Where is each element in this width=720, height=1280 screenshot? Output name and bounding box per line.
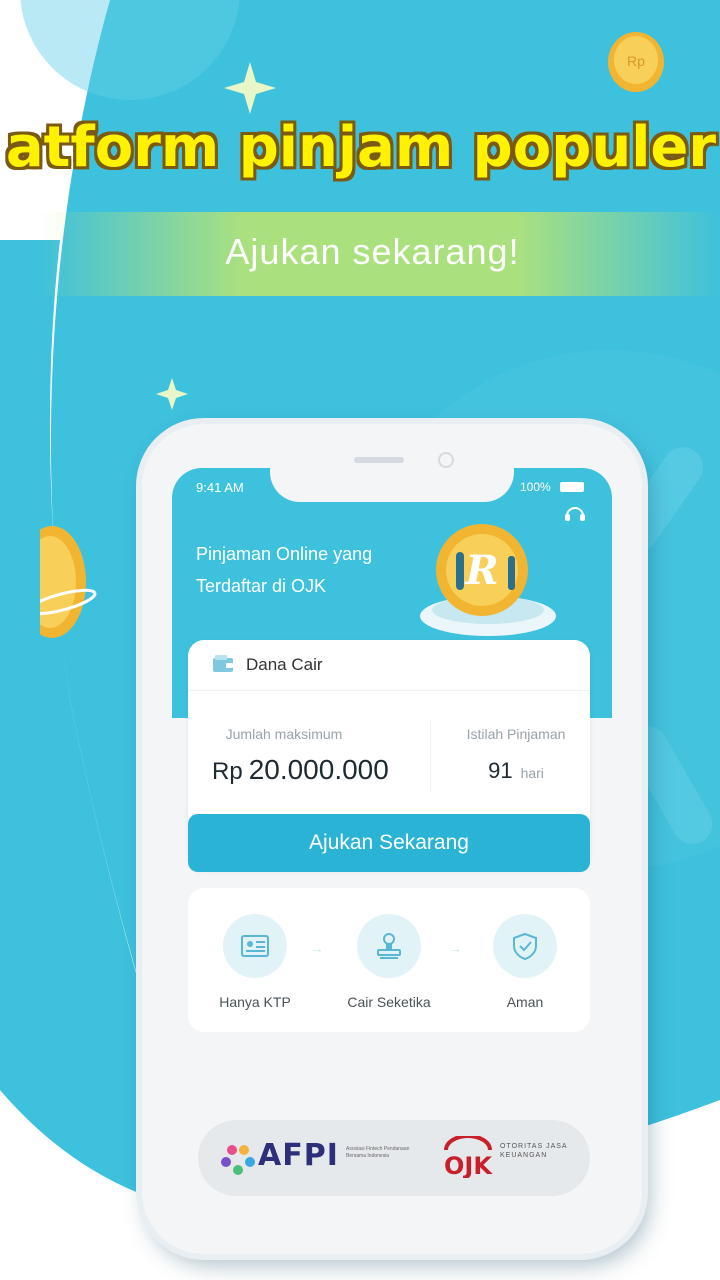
card-header: Dana Cair bbox=[188, 640, 590, 691]
stamp-icon bbox=[377, 933, 401, 959]
arrow-right-icon: → bbox=[310, 940, 324, 956]
feature-aman: Aman bbox=[470, 914, 580, 1010]
feature-label: Cair Seketika bbox=[347, 994, 431, 1010]
headline: atform pinjam populer bbox=[5, 115, 716, 180]
subtitle: Ajukan sekarang! bbox=[225, 231, 520, 272]
feature-cair-seketika: Cair Seketika bbox=[334, 914, 444, 1010]
max-amount-label: Jumlah maksimum bbox=[225, 726, 343, 742]
tagline-line-1: Pinjaman Online yang bbox=[196, 544, 373, 564]
divider bbox=[430, 722, 431, 792]
apply-now-button[interactable]: Ajukan Sekarang bbox=[188, 814, 590, 872]
max-amount: Rp 20.000.000 bbox=[212, 754, 389, 786]
side-coin-icon bbox=[40, 526, 97, 638]
id-card-icon bbox=[241, 935, 269, 957]
tenor-unit: hari bbox=[520, 765, 544, 781]
tenor-label: Istilah Pinjaman bbox=[466, 726, 566, 742]
partner-logos: AFPI Asosiasi Fintech Pendanaan Bersama … bbox=[198, 1120, 590, 1196]
coin-illustration: R bbox=[420, 524, 556, 636]
feature-hanya-ktp: Hanya KTP bbox=[200, 914, 310, 1010]
features-panel: Hanya KTP → Cair Seketika → Aman bbox=[188, 888, 590, 1032]
feature-label: Hanya KTP bbox=[219, 994, 291, 1010]
shield-check-icon bbox=[513, 932, 537, 961]
wallet-icon bbox=[213, 655, 233, 672]
afpi-name: AFPI bbox=[258, 1138, 339, 1173]
card-title: Dana Cair bbox=[246, 655, 323, 674]
feature-label: Aman bbox=[506, 994, 544, 1010]
top-coin-icon: Rp bbox=[608, 32, 664, 92]
arrow-right-icon: → bbox=[448, 940, 462, 956]
afpi-logo-icon bbox=[221, 1145, 255, 1175]
phone-speaker bbox=[354, 457, 404, 463]
tenor-value: 91 bbox=[488, 758, 513, 783]
ojk-logo-icon: OJK bbox=[444, 1136, 493, 1178]
afpi-fullname: Asosiasi Fintech Pendanaan Bersama Indon… bbox=[346, 1146, 410, 1159]
status-time: 9:41 AM bbox=[196, 480, 244, 495]
phone-camera bbox=[438, 452, 454, 468]
max-amount-value: 20.000.000 bbox=[248, 754, 389, 785]
tagline: Pinjaman Online yang Terdaftar di OJK bbox=[196, 538, 416, 602]
status-battery: 100% bbox=[520, 480, 551, 494]
tenor: 91 hari bbox=[442, 758, 590, 784]
ojk-fullname: OTORITAS JASA KEUANGAN bbox=[500, 1143, 568, 1159]
ojk-name: OJK bbox=[444, 1152, 493, 1178]
currency: Rp bbox=[212, 758, 243, 785]
coin-letter: R bbox=[464, 547, 498, 594]
svg-text:Rp: Rp bbox=[627, 53, 645, 69]
phone-mockup: 9:41 AM 100% Pinjaman Online yang Terdaf… bbox=[142, 424, 642, 1254]
phone-notch bbox=[270, 424, 514, 502]
headset-icon[interactable] bbox=[564, 504, 586, 522]
battery-icon bbox=[560, 482, 584, 492]
tagline-line-2: Terdaftar di OJK bbox=[196, 576, 327, 596]
